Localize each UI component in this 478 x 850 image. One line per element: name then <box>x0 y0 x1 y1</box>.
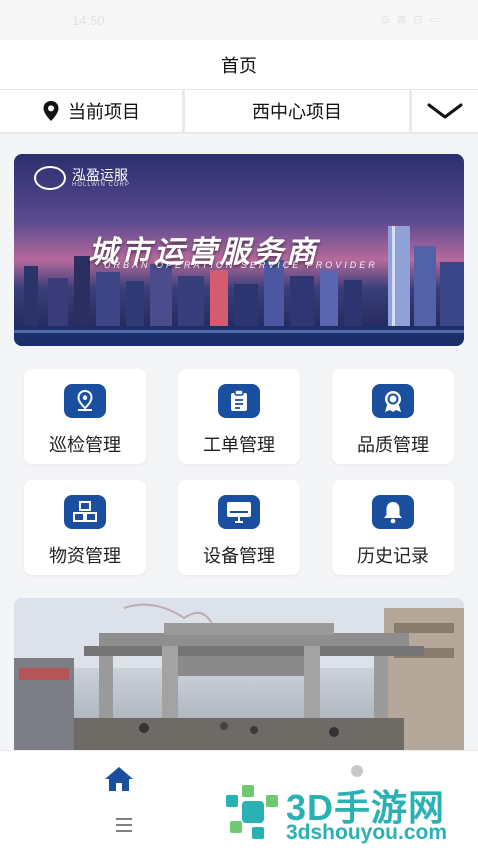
status-time: 14:50 <box>72 13 105 28</box>
tile-inspection-management[interactable]: 巡检管理 <box>24 369 146 464</box>
tab-home[interactable] <box>101 765 137 797</box>
clipboard-icon <box>218 384 260 418</box>
award-badge-icon <box>372 384 414 418</box>
project-name-field[interactable]: 西中心项目 <box>185 90 409 132</box>
menu-icon[interactable] <box>114 817 134 833</box>
status-icons: ⊙ ⊠ ⊡ ▭ <box>380 14 442 26</box>
tile-label: 巡检管理 <box>49 435 121 455</box>
location-pin-icon <box>64 384 106 418</box>
home-icon <box>105 767 133 791</box>
status-bar: 14:50 ⊙ ⊠ ⊡ ▭ <box>0 0 478 40</box>
tile-label: 设备管理 <box>203 546 275 566</box>
watermark-logo-icon <box>226 785 278 839</box>
watermark-url: 3dshouyou.com <box>286 821 448 844</box>
archway-illustration <box>14 598 464 758</box>
tile-work-order-management[interactable]: 工单管理 <box>178 369 300 464</box>
location-pin-icon <box>43 101 59 121</box>
tile-materials-management[interactable]: 物资管理 <box>24 480 146 575</box>
current-project-label: 当前项目 <box>68 102 140 122</box>
brand-logo-mark <box>34 166 66 190</box>
banner-subline: URBAN OPERATION SERVICE PROVIDER <box>104 260 378 270</box>
tile-label: 工单管理 <box>203 435 275 455</box>
archway-photo[interactable] <box>14 598 464 758</box>
tile-equipment-management[interactable]: 设备管理 <box>178 480 300 575</box>
site-watermark: 3D手游网 3dshouyou.com <box>222 775 478 850</box>
project-name: 西中心项目 <box>252 102 342 122</box>
tile-history-records[interactable]: 历史记录 <box>332 480 454 575</box>
page-title: 首页 <box>221 55 257 76</box>
brand-logo: 泓盈运服 HOLLWIN CORP <box>34 166 130 190</box>
monitor-icon <box>218 495 260 529</box>
tile-quality-management[interactable]: 品质管理 <box>332 369 454 464</box>
tile-label: 历史记录 <box>357 546 429 566</box>
page-title-bar: 首页 <box>0 40 478 90</box>
boxes-icon <box>64 495 106 529</box>
brand-logo-subtext: HOLLWIN CORP <box>72 182 130 188</box>
tile-label: 物资管理 <box>49 546 121 566</box>
bell-icon <box>372 495 414 529</box>
brand-logo-text: 泓盈运服 <box>72 167 128 183</box>
current-project-label-cell: 当前项目 <box>0 90 182 132</box>
tile-label: 品质管理 <box>357 435 429 455</box>
project-selector-bar: 当前项目 西中心项目 <box>0 90 478 134</box>
project-dropdown-button[interactable] <box>412 90 478 132</box>
chevron-down-icon <box>427 103 463 119</box>
promo-banner[interactable]: 泓盈运服 HOLLWIN CORP 城市运营服务商 URBAN OPERATIO… <box>14 154 464 346</box>
